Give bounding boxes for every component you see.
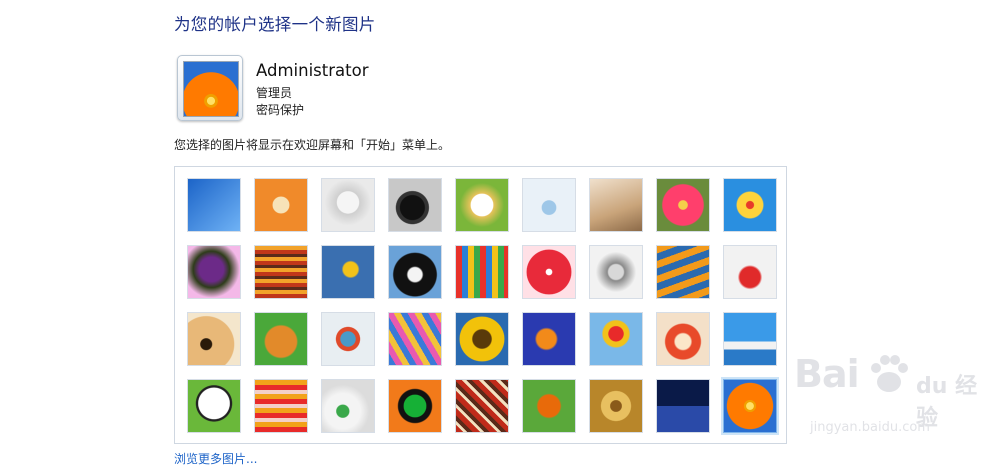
account-summary: Administrator 管理员 密码保护 [177,55,477,125]
picture-robot-toy[interactable] [322,179,374,231]
picture-cloth-stripes[interactable] [255,380,307,432]
picture-record-player[interactable] [389,179,441,231]
picture-paper-crane[interactable] [724,246,776,298]
watermark-logo-text: Bai [794,352,860,396]
picture-hot-air-balloon[interactable] [590,313,642,365]
picture-soccer-ball[interactable] [188,380,240,432]
picture-fabric-stripes[interactable] [255,246,307,298]
picture-tin-robot[interactable] [322,313,374,365]
picture-daruma-doll[interactable] [657,313,709,365]
picture-butterfly[interactable] [523,380,575,432]
picture-window-frame[interactable] [389,380,441,432]
watermark-url: jingyan.baidu.com [810,420,930,435]
picture-clownfish[interactable] [523,313,575,365]
browse-more-pictures-link[interactable]: 浏览更多图片... [174,450,257,467]
picture-sailboat[interactable] [724,313,776,365]
picture-kitten[interactable] [590,179,642,231]
picture-starfish[interactable] [255,179,307,231]
picture-leaf[interactable] [322,246,374,298]
account-avatar [177,55,243,121]
picture-sparkle-star[interactable] [523,246,575,298]
picture-lucky-cat[interactable] [456,179,508,231]
account-password-status: 密码保护 [256,103,305,117]
current-picture-orange-flower [183,61,239,117]
picture-crayons[interactable] [456,246,508,298]
picture-gyroscope[interactable] [523,179,575,231]
picture-sunflower[interactable] [456,313,508,365]
picture-marbles[interactable] [322,380,374,432]
paw-icon [871,355,908,392]
picture-ball-striped[interactable] [188,246,240,298]
picture-guitar[interactable] [188,313,240,365]
picture-roller-coaster[interactable] [188,179,240,231]
picture-ferris-wheel[interactable] [724,179,776,231]
picture-woven-pattern[interactable] [456,380,508,432]
account-role: 管理员 [256,86,293,100]
picture-pomeranian[interactable] [255,313,307,365]
picture-stairs[interactable] [657,246,709,298]
account-name: Administrator [256,61,369,80]
picture-orange-flower[interactable] [724,380,776,432]
page-title: 为您的帐户选择一个新图片 [174,15,376,34]
picture-golden-spiral[interactable] [590,380,642,432]
baidu-watermark: Bai du 经验 jingyan.baidu.com [794,352,994,447]
picture-flower-pink[interactable] [657,179,709,231]
picture-lighthouse[interactable] [657,380,709,432]
picture-silk-fabric[interactable] [389,313,441,365]
picture-dog-border-collie[interactable] [389,246,441,298]
instruction-text: 您选择的图片将显示在欢迎屏幕和「开始」菜单上。 [174,138,451,152]
picture-jacks[interactable] [590,246,642,298]
picture-grid [174,166,787,444]
